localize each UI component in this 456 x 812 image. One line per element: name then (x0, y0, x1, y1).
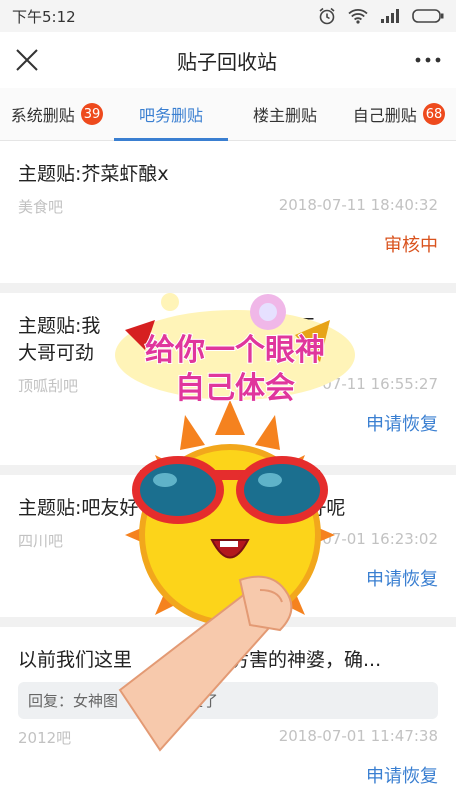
post-list: 主题贴:芥菜虾酿x 美食吧 2018-07-11 18:40:32 审核中 主题… (0, 141, 456, 800)
restore-button[interactable]: 申请恢复 (18, 762, 438, 788)
post-title: 主题贴:芥菜虾酿x (18, 163, 169, 185)
post-time: 8-07-11 16:55:27 (307, 375, 438, 393)
post-title: 以前我们这里 个很厉害的神婆，确... (18, 647, 438, 674)
post-title-start: 主题贴:我 (18, 315, 101, 337)
navbar: 贴子回收站 (0, 32, 456, 88)
post-title-line2: 大哥可劲 (18, 342, 95, 364)
alarm-icon (319, 7, 335, 25)
tab-moderator-deleted[interactable]: 吧务删贴 (114, 88, 228, 141)
forum-name: 美食吧 (18, 198, 64, 216)
post-title-end: 喽，农民工 (220, 315, 316, 337)
list-item[interactable]: 主题贴:我 喽，农民工 大哥可劲 顶呱刮吧 8-07-11 16:55:27 申请… (0, 293, 456, 475)
post-title-start: 主题贴:吧友好 (18, 497, 139, 519)
restore-button[interactable]: 申请恢复 (18, 565, 438, 591)
signal-icon (381, 9, 399, 23)
post-title-start: 以前我们这里 (18, 649, 133, 671)
post-time: 8-07-01 16:23:02 (307, 530, 438, 548)
list-item[interactable]: 主题贴:芥菜虾酿x 美食吧 2018-07-11 18:40:32 审核中 (0, 141, 456, 293)
tab-label: 系统删贴 (10, 106, 75, 125)
status-icons (318, 7, 444, 25)
wifi-icon (348, 9, 368, 24)
tab-label: 吧务删贴 (138, 106, 203, 125)
close-icon[interactable] (14, 47, 40, 73)
post-time: 2018-07-11 18:40:32 (278, 196, 438, 214)
forum-name: 四川吧 (18, 532, 64, 550)
tab-bar: 系统删贴 39 吧务删贴 楼主删贴 自己删贴 68 (0, 88, 456, 141)
tab-self-deleted[interactable]: 自己删贴 68 (342, 88, 456, 140)
post-title: 主题贴:我 喽，农民工 大哥可劲 (18, 313, 438, 367)
post-time: 2018-07-01 11:47:38 (278, 727, 438, 745)
post-title-end: 个很厉害的神婆，确... (192, 649, 382, 671)
forum-name: 顶呱刮吧 (18, 377, 79, 395)
restore-button[interactable]: 申请恢复 (18, 410, 438, 436)
tab-system-deleted[interactable]: 系统删贴 39 (0, 88, 114, 140)
reply-end: 被制止了 (158, 692, 219, 710)
tab-label: 自己删贴 (352, 106, 417, 125)
list-item[interactable]: 以前我们这里 个很厉害的神婆，确... 回复：女神图 被制止了 2012吧 2018… (0, 627, 456, 800)
tab-label: 楼主删贴 (252, 106, 317, 125)
reply-quote: 回复：女神图 被制止了 (18, 682, 438, 719)
post-title: 主题贴:吧友好 的好呢 (18, 495, 438, 522)
status-time: 下午5:12 (12, 7, 76, 26)
battery-icon (412, 9, 444, 23)
forum-name: 2012吧 (18, 729, 72, 747)
reply-start: 回复：女神图 (28, 692, 119, 710)
count-badge: 68 (422, 103, 446, 125)
list-item[interactable]: 主题贴:吧友好 的好呢 四川吧 8-07-01 16:23:02 申请恢复 (0, 475, 456, 627)
status-reviewing: 审核中 (384, 235, 438, 256)
status-bar: 下午5:12 (0, 0, 456, 32)
page-title: 贴子回收站 (177, 49, 277, 74)
more-icon[interactable] (414, 56, 442, 64)
tab-owner-deleted[interactable]: 楼主删贴 (228, 88, 342, 140)
post-title-end: 的好呢 (288, 497, 346, 519)
count-badge: 39 (80, 103, 104, 125)
